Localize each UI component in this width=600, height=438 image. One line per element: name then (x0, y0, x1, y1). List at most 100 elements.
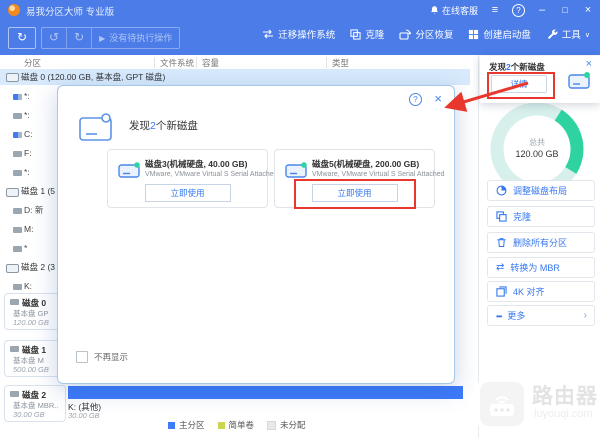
disk-icon (6, 188, 19, 197)
partition-icon (13, 132, 22, 138)
disk-icon (6, 264, 19, 273)
new-disks-dialog: 发现2个新磁盘 磁盘3(机械硬盘, 40.00 GB) VMware, VMwa… (57, 85, 455, 384)
dialog-disk-icon (79, 113, 112, 141)
clone-button[interactable]: 克隆 (350, 27, 384, 41)
partition-icon (13, 227, 22, 233)
disk2-partition-bar[interactable] (68, 386, 463, 399)
column-filesystem: 文件系统 (160, 58, 195, 68)
app-title: 易我分区大师 专业版 (26, 7, 115, 18)
chevron-down-icon (585, 29, 590, 40)
checkbox-icon[interactable] (76, 351, 88, 363)
adjust-disk-layout-button[interactable]: 调整磁盘布局 (487, 180, 595, 201)
disk5-name: 磁盘5(机械硬盘, 200.00 GB) (312, 159, 420, 169)
legend-primary-label: 主分区 (179, 420, 205, 430)
clone-icon (350, 28, 361, 40)
toolbar: 没有待执行操作 迁移操作系统 克隆 分区恢复 创建启动盘 (0, 20, 600, 55)
column-headers: 分区 文件系统 容量 类型 (0, 55, 470, 69)
titlebar: 易我分区大师 专业版 在线客服 (0, 0, 600, 20)
app-window: 易我分区大师 专业版 在线客服 没有待执行操作 (0, 0, 600, 438)
pending-operations-button[interactable]: 没有待执行操作 (91, 28, 179, 48)
menu-icon[interactable] (489, 0, 501, 20)
partition-icon (13, 246, 22, 252)
redo-button[interactable] (66, 28, 91, 48)
partition-icon (13, 208, 22, 214)
refresh-button[interactable] (8, 27, 36, 49)
legend-unallocated-swatch (267, 420, 277, 430)
align-icon (496, 286, 507, 297)
disk2-card[interactable]: 磁盘 2 基本盘 MBR.. 30.00 GB (4, 385, 66, 422)
more-icon (496, 311, 501, 321)
partition-icon (13, 94, 22, 100)
use-now-button-disk5[interactable]: 立即使用 (311, 184, 398, 202)
disk5-detail: VMware, VMware Virtual S Serial Attached (312, 171, 445, 178)
new-disk-icon (568, 72, 590, 89)
partition-recovery-label: 分区恢复 (415, 30, 454, 41)
legend-primary-swatch (168, 421, 175, 429)
column-capacity: 容量 (202, 58, 220, 68)
close-button[interactable] (582, 0, 594, 20)
bootdisk-icon (469, 29, 479, 39)
bell-icon (431, 6, 438, 14)
online-support-button[interactable]: 在线客服 (430, 4, 478, 17)
dialog-help-icon[interactable] (409, 93, 422, 106)
dont-show-again-checkbox[interactable]: 不再显示 (76, 351, 128, 363)
partition-icon (13, 151, 22, 157)
partition-icon (13, 113, 22, 119)
disk3-name: 磁盘3(机械硬盘, 40.00 GB) (145, 159, 248, 169)
delete-all-partitions-button[interactable]: 删除所有分区 (487, 232, 595, 253)
disk-icon (118, 162, 140, 178)
partition-icon (13, 284, 22, 290)
column-partition: 分区 (24, 58, 42, 68)
more-button[interactable]: 更多 (487, 305, 595, 326)
disk-icon (6, 73, 19, 82)
use-now-button-disk3[interactable]: 立即使用 (144, 184, 231, 202)
column-type: 类型 (332, 58, 350, 68)
partition-icon (13, 170, 22, 176)
convert-icon (496, 262, 504, 273)
convert-to-mbr-button[interactable]: 转换为 MBR (487, 257, 595, 278)
trash-icon (497, 238, 506, 248)
migrate-icon (263, 29, 274, 39)
4k-alignment-button[interactable]: 4K 对齐 (487, 281, 595, 302)
legend-simple-swatch (217, 421, 225, 429)
clone-label: 克隆 (365, 30, 385, 41)
dialog-title: 发现2个新磁盘 (129, 120, 198, 132)
disk-icon (10, 346, 19, 352)
disk0-row[interactable]: 磁盘 0 (120.00 GB, 基本盘, GPT 磁盘) (0, 69, 470, 85)
recovery-icon (399, 28, 412, 40)
pending-operations-label: 没有待执行操作 (109, 32, 173, 43)
disk0-label: 磁盘 0 (120.00 GB, 基本盘, GPT 磁盘) (21, 72, 166, 82)
help-icon[interactable] (512, 3, 525, 17)
partition-recovery-button[interactable]: 分区恢复 (399, 27, 453, 41)
checkbox-label: 不再显示 (94, 352, 129, 362)
disk3-detail: VMware, VMware Virtual S Serial Attached (145, 171, 278, 178)
wrench-icon (547, 29, 558, 40)
chevron-right-icon (584, 310, 587, 321)
donut-total-label: 总共 (529, 138, 545, 147)
app-logo-icon (8, 4, 20, 16)
partition-legend: 主分区 简单卷 未分配 (168, 419, 306, 431)
red-annotation-arrow (444, 81, 529, 112)
disk-icon (285, 162, 307, 178)
tools-label: 工具 (561, 30, 581, 41)
legend-simple-label: 简单卷 (228, 420, 255, 430)
online-support-label: 在线客服 (441, 5, 478, 16)
legend-unallocated-label: 未分配 (280, 420, 306, 430)
clone-disk-button[interactable]: 克隆 (487, 206, 595, 227)
disk-icon (10, 299, 19, 305)
play-icon (99, 29, 105, 48)
disk2-partition-size: 30.00 GB (68, 411, 100, 420)
new-disk3-card: 磁盘3(机械硬盘, 40.00 GB) VMware, VMware Virtu… (107, 149, 278, 208)
tools-menu-button[interactable]: 工具 (546, 27, 590, 41)
migrate-os-label: 迁移操作系统 (278, 30, 336, 41)
new-disk5-card: 磁盘5(机械硬盘, 200.00 GB) VMware, VMware Virt… (274, 149, 445, 209)
maximize-button[interactable] (559, 0, 571, 20)
create-bootable-disk-label: 创建启动盘 (483, 30, 531, 41)
disk-icon (10, 391, 19, 397)
create-bootable-disk-button[interactable]: 创建启动盘 (468, 27, 531, 41)
minimize-button[interactable] (536, 0, 548, 20)
clone-icon (496, 211, 507, 222)
undo-button[interactable] (42, 28, 66, 48)
donut-total-value: 120.00 GB (515, 149, 559, 159)
migrate-os-button[interactable]: 迁移操作系统 (262, 27, 335, 41)
